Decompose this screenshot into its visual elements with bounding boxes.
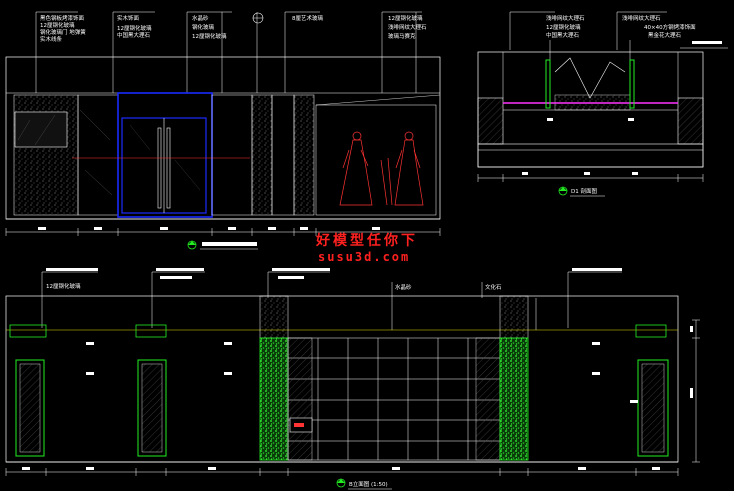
view-title-marker: [187, 240, 258, 250]
glass-door: [117, 92, 213, 218]
green-stone-column-left: [259, 337, 289, 461]
glass-grid-wall: [287, 337, 501, 461]
callout-tags: [86, 342, 638, 403]
elevation-view-top-left: 黑色钢板烤漆饰面 12厘钢化玻璃 钢化玻璃门 地弹簧 实木线条 实木饰面 12厘…: [5, 11, 441, 250]
notes-column-1: 黑色钢板烤漆饰面 12厘钢化玻璃 钢化玻璃门 地弹簧 实木线条: [40, 14, 86, 43]
wall-niche-left: [9, 324, 47, 457]
floor-slab: [477, 143, 704, 168]
art-glass-panel: [315, 104, 437, 216]
note-text: 水晶砂: [395, 283, 412, 291]
note-text: 浅啡网纹大理石: [546, 14, 585, 22]
watermark-text-url: susu3d.com: [318, 250, 410, 264]
watermark: 好模型任你下 susu3d.com: [315, 232, 418, 264]
glass-panel: [77, 94, 119, 216]
note-text: 浅啡网纹大理石: [622, 14, 661, 22]
view-title: D1 剖面图: [571, 187, 597, 195]
leader-lines: [35, 11, 422, 93]
side-strip: [287, 337, 313, 461]
dimension-values: [22, 467, 660, 470]
cad-drawing-canvas: 黑色钢板烤漆饰面 12厘钢化玻璃 钢化玻璃门 地弹簧 实木线条 实木饰面 12厘…: [5, 11, 728, 490]
notes-column-4: 8厘艺术玻璃: [292, 14, 323, 22]
dimension-values: [38, 227, 380, 230]
note-text: 中国黑大理石: [117, 31, 151, 39]
display-screen: [14, 111, 68, 148]
stone-column-2: [293, 94, 315, 216]
note-text: 12厘钢化玻璃: [46, 282, 81, 290]
section-view-top-right: 浅啡网纹大理石 12厘钢化玻璃 中国黑大理石 浅啡网纹大理石 40×40方钢烤漆…: [477, 11, 728, 197]
note-text: 12厘钢化玻璃: [546, 23, 581, 31]
notes-column-1: 浅啡网纹大理石 12厘钢化玻璃 中国黑大理石: [546, 14, 585, 39]
stone-column-left: [259, 295, 289, 339]
view-title-marker: B立面图 (1:50): [336, 478, 392, 490]
section-marker: [252, 12, 264, 24]
watermark-text-cn: 好模型任你下: [315, 232, 418, 249]
note-text: 实木饰面: [117, 14, 140, 22]
elevation-view-bottom: 12厘钢化玻璃 水晶砂 文化石 B立面图 (1:50): [5, 268, 700, 490]
note-text: 浅啡网纹大理石: [388, 23, 427, 31]
note-text: 文化石: [485, 283, 502, 291]
note-text: 玻璃马赛克: [388, 32, 416, 40]
note-text: 12厘钢化玻璃: [40, 21, 75, 29]
side-strip: [475, 337, 501, 461]
dimension-line: [5, 468, 679, 476]
note-text: 黑色钢板烤漆饰面: [40, 14, 85, 22]
wall-niche-left-2: [135, 324, 167, 457]
figure-artwork: [339, 131, 424, 206]
note-text: 实木线条: [40, 35, 63, 43]
wall-left: [477, 97, 504, 145]
stone-column-right: [499, 295, 529, 339]
note-text: 12厘钢化玻璃: [192, 32, 227, 40]
stone-column-1: [251, 94, 273, 216]
dimension-line: [477, 174, 704, 182]
note-text: 水晶砂: [192, 14, 209, 22]
green-stone-column-right: [499, 337, 529, 461]
note-text: 12厘钢化玻璃: [117, 24, 152, 32]
leader-lines: [41, 271, 622, 330]
notes-column-2: 浅啡网纹大理石 40×40方钢烤漆饰面 黑金花大理石: [622, 14, 696, 39]
notes-column-3: 水晶砂 钢化玻璃 12厘钢化玻璃: [192, 14, 227, 40]
notes-column-5: 12厘钢化玻璃 浅啡网纹大理石 玻璃马赛克: [388, 14, 427, 40]
wall-panel: [211, 94, 253, 216]
wall-right: [677, 97, 704, 145]
note-text: 12厘钢化玻璃: [388, 14, 423, 22]
vertical-dimension: [692, 319, 700, 463]
note-bar: [692, 41, 722, 44]
view-title: B立面图 (1:50): [349, 480, 388, 488]
note-text: 中国黑大理石: [546, 31, 580, 39]
note-text: 黑金花大理石: [648, 31, 682, 39]
wall-niche-right: [635, 324, 669, 457]
note-text: 钢化玻璃: [192, 23, 215, 31]
note-text: 8厘艺术玻璃: [292, 14, 323, 22]
view-title-marker: D1 剖面图: [558, 186, 605, 197]
note-text: 40×40方钢烤漆饰面: [644, 23, 696, 31]
wall-panel: [271, 94, 295, 216]
note-text: 钢化玻璃门 地弹簧: [40, 28, 86, 36]
notes-column-2: 实木饰面 12厘钢化玻璃 中国黑大理石: [117, 14, 152, 39]
